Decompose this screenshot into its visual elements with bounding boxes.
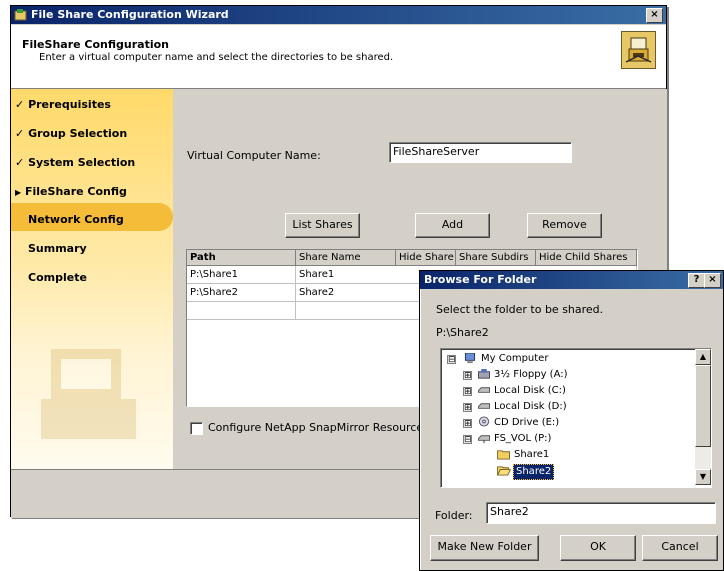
folder-icon <box>497 450 510 460</box>
sidebar-item-label: Complete <box>28 271 87 284</box>
wizard-step-sidebar: ✓ Prerequisites ✓ Group Selection ✓ Syst… <box>11 89 173 469</box>
checkmark-icon: ✓ <box>15 156 25 169</box>
checkmark-icon: ✓ <box>15 98 25 111</box>
table-cell-path[interactable]: P:\Share2 <box>187 284 296 302</box>
browse-for-folder-dialog: Browse For Folder ? × Select the folder … <box>419 270 724 571</box>
page-title: FileShare Configuration <box>22 38 169 51</box>
help-icon: ? <box>693 274 700 285</box>
make-new-folder-button[interactable]: Make New Folder <box>430 535 539 561</box>
tree-item-label: My Computer <box>481 353 549 364</box>
sidebar-item-summary: Summary <box>28 242 87 255</box>
sidebar-watermark-art <box>41 349 136 439</box>
sidebar-item-label: System Selection <box>28 156 136 169</box>
tree-item-label: 3½ Floppy (A:) <box>494 369 568 380</box>
snapmirror-label: Configure NetApp SnapMirror Resource(s) <box>208 421 438 434</box>
scroll-up-arrow-icon[interactable]: ▲ <box>695 349 711 365</box>
expand-icon[interactable]: ⊞ <box>463 403 472 413</box>
list-shares-button[interactable]: List Shares <box>285 213 360 238</box>
dialog-instruction: Select the folder to be shared. <box>436 303 604 316</box>
expand-icon[interactable]: ⊞ <box>463 419 472 429</box>
tree-vertical-scrollbar[interactable]: ▲ ▼ <box>695 349 711 485</box>
wizard-title: File Share Configuration Wizard <box>31 8 229 21</box>
wizard-app-icon <box>14 9 27 21</box>
folder-label: Folder: <box>435 509 473 522</box>
virtual-computer-name-input[interactable]: FileShareServer <box>389 142 572 163</box>
tree-item-label: Local Disk (D:) <box>494 401 567 412</box>
cancel-button[interactable]: Cancel <box>642 535 718 561</box>
sidebar-item-label: Summary <box>28 242 87 255</box>
snapmirror-checkbox[interactable] <box>190 422 203 435</box>
file-share-icon <box>621 31 656 69</box>
scroll-thumb[interactable] <box>695 365 711 447</box>
ok-button[interactable]: OK <box>560 535 636 561</box>
cd-drive-icon <box>478 416 490 427</box>
help-button[interactable]: ? <box>688 273 705 288</box>
tree-item-label: Share1 <box>514 449 550 460</box>
hard-drive-icon <box>478 403 490 409</box>
column-header-path[interactable]: Path <box>187 250 296 266</box>
expand-icon[interactable]: ⊞ <box>463 387 472 397</box>
sidebar-item-label: Network Config <box>28 213 124 226</box>
folder-name-input[interactable]: Share2 <box>486 502 716 524</box>
page-subtitle: Enter a virtual computer name and select… <box>39 52 394 63</box>
column-header-hide-share[interactable]: Hide Share <box>396 250 456 266</box>
wizard-header: FileShare Configuration Enter a virtual … <box>11 25 666 89</box>
tree-item-label: FS_VOL (P:) <box>494 433 552 444</box>
column-header-share-subdirs[interactable]: Share Subdirs <box>456 250 536 266</box>
current-step-arrow-icon: ▶ <box>15 188 22 197</box>
table-cell-path[interactable]: P:\Share1 <box>187 266 296 284</box>
sidebar-item-network-config: Network Config <box>28 213 124 226</box>
add-button[interactable]: Add <box>415 213 490 238</box>
tree-item-label: Local Disk (C:) <box>494 385 566 396</box>
tree-item-label: Share2 <box>513 464 555 480</box>
folder-tree[interactable]: ⊟ My Computer ⊞ 3½ Floppy (A:) ⊞ Local D… <box>440 348 712 488</box>
hard-drive-icon <box>478 387 490 393</box>
sidebar-item-label: Group Selection <box>28 127 128 140</box>
current-path-label: P:\Share2 <box>436 326 489 339</box>
virtual-computer-name-label: Virtual Computer Name: <box>187 149 321 162</box>
remove-button[interactable]: Remove <box>527 213 602 238</box>
floppy-drive-icon <box>478 369 490 379</box>
sidebar-item-fileshare-config: ▶ FileShare Config <box>15 185 127 198</box>
sidebar-item-prerequisites: ✓ Prerequisites <box>15 98 111 111</box>
dialog-close-button[interactable]: × <box>704 273 721 288</box>
sidebar-item-group-selection: ✓ Group Selection <box>15 127 127 140</box>
expand-icon[interactable]: ⊞ <box>463 371 472 381</box>
column-header-share-name[interactable]: Share Name <box>296 250 396 266</box>
network-drive-icon <box>478 435 490 444</box>
collapse-icon[interactable]: ⊟ <box>463 435 472 445</box>
tree-item-label: CD Drive (E:) <box>494 417 560 428</box>
dialog-title: Browse For Folder <box>424 273 537 286</box>
computer-icon <box>464 353 476 364</box>
close-icon: × <box>650 9 659 20</box>
close-icon: × <box>708 274 717 285</box>
folder-open-icon <box>497 466 511 476</box>
sidebar-item-label: FileShare Config <box>25 185 127 198</box>
sidebar-item-label: Prerequisites <box>28 98 111 111</box>
table-row-empty[interactable] <box>187 302 296 320</box>
scroll-down-arrow-icon[interactable]: ▼ <box>695 469 711 485</box>
sidebar-item-system-selection: ✓ System Selection <box>15 156 135 169</box>
column-header-hide-child-shares[interactable]: Hide Child Shares <box>536 250 637 266</box>
wizard-close-button[interactable]: × <box>646 8 663 23</box>
dialog-titlebar[interactable]: Browse For Folder ? × <box>420 271 723 289</box>
sidebar-item-complete: Complete <box>28 271 87 284</box>
checkmark-icon: ✓ <box>15 127 25 140</box>
wizard-titlebar[interactable]: File Share Configuration Wizard × <box>11 6 666 24</box>
collapse-icon[interactable]: ⊟ <box>447 355 456 365</box>
